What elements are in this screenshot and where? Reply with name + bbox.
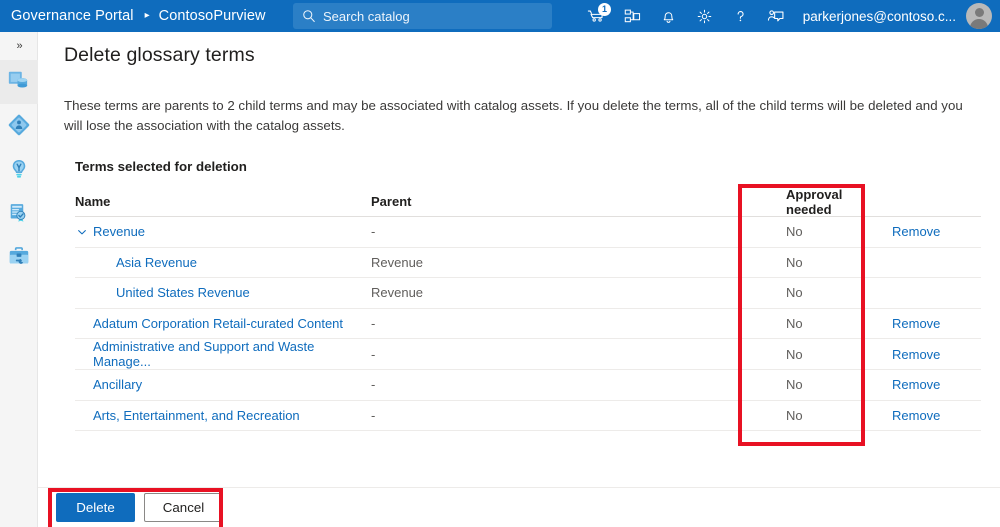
cell-name: Adatum Corporation Retail-curated Conten… <box>75 316 371 331</box>
column-header-name: Name <box>75 194 111 209</box>
remove-link[interactable]: Remove <box>892 347 940 362</box>
table-row: Arts, Entertainment, and Recreation - No Re… <box>75 401 981 432</box>
search-icon <box>302 9 316 23</box>
remove-link[interactable]: Remove <box>892 377 940 392</box>
cell-approval-needed: No <box>786 254 803 270</box>
cell-name: Asia Revenue <box>75 255 371 270</box>
remove-link[interactable]: Remove <box>892 316 940 331</box>
notification-bell-icon[interactable] <box>650 0 686 32</box>
footer-action-bar: Delete Cancel <box>38 488 1000 527</box>
cell-approval-needed: No <box>786 285 803 301</box>
cell-parent: - <box>371 316 376 332</box>
term-name-link[interactable]: Asia Revenue <box>116 255 197 270</box>
term-name-link[interactable]: United States Revenue <box>116 285 250 300</box>
remove-link[interactable]: Remove <box>892 224 940 239</box>
cell-action: Remove <box>875 224 981 239</box>
cell-parent: - <box>371 224 376 240</box>
cell-name: Arts, Entertainment, and Recreation <box>75 408 371 423</box>
sidebar-item-glossary[interactable] <box>0 148 38 192</box>
settings-gear-icon[interactable] <box>686 0 722 32</box>
avatar[interactable] <box>966 3 992 29</box>
cart-badge-count: 1 <box>598 3 611 16</box>
term-name-link[interactable]: Administrative and Support and Waste Man… <box>93 339 371 369</box>
breadcrumb-current[interactable]: ContosoPurview <box>159 8 266 24</box>
user-email: parkerjones@contoso.c... <box>802 8 956 24</box>
sidebar-item-management[interactable] <box>0 236 38 280</box>
table-body: Revenue - No Remove Asia Revenue Revenue No Uni… <box>75 217 981 432</box>
cell-approval-needed: No <box>786 316 803 332</box>
table-header-row: Name Parent Approval needed <box>75 187 981 217</box>
term-name-link[interactable]: Revenue <box>93 224 145 239</box>
data-estate-diamond-icon <box>7 113 31 140</box>
breadcrumb-separator-icon: ▸ <box>144 10 150 21</box>
cell-approval-needed: No <box>786 224 803 240</box>
sidebar-item-insights[interactable] <box>0 192 38 236</box>
term-name-link[interactable]: Arts, Entertainment, and Recreation <box>93 408 300 423</box>
page-title: Delete glossary terms <box>64 44 255 66</box>
page-description: These terms are parents to 2 child terms… <box>64 98 963 133</box>
header-icon-group: 1 <box>578 0 794 32</box>
section-label-terms-selected: Terms selected for deletion <box>75 159 247 174</box>
cell-name: United States Revenue <box>75 285 371 300</box>
term-name-link[interactable]: Adatum Corporation Retail-curated Conten… <box>93 316 343 331</box>
app-root: Governance Portal ▸ ContosoPurview Searc… <box>0 0 1000 527</box>
table-row: Adatum Corporation Retail-curated Conten… <box>75 309 981 340</box>
cell-parent: - <box>371 407 376 423</box>
help-question-icon[interactable] <box>722 0 758 32</box>
left-nav-sidebar: » <box>0 32 38 527</box>
cell-name: Administrative and Support and Waste Man… <box>75 339 371 369</box>
column-header-approval: Approval needed <box>786 186 843 217</box>
cell-action: Remove <box>875 316 981 331</box>
insights-certificate-icon <box>7 201 31 228</box>
table-row: Administrative and Support and Waste Man… <box>75 339 981 370</box>
cell-approval-needed: No <box>786 377 803 393</box>
user-account-area[interactable]: parkerjones@contoso.c... <box>803 0 1000 32</box>
table-row: Ancillary - No Remove <box>75 370 981 401</box>
cell-action: Remove <box>875 408 981 423</box>
glossary-lightbulb-icon <box>7 157 31 184</box>
cell-action: Remove <box>875 347 981 362</box>
main-content-panel: Delete glossary terms These terms are pa… <box>38 32 1000 527</box>
cell-name: Ancillary <box>75 377 371 392</box>
cell-parent: Revenue <box>371 254 424 270</box>
cell-approval-needed: No <box>786 407 803 423</box>
sidebar-item-data-estate[interactable] <box>0 104 38 148</box>
cell-action: Remove <box>875 377 981 392</box>
search-placeholder: Search catalog <box>323 8 410 24</box>
chevron-down-icon[interactable] <box>75 225 89 239</box>
cart-icon[interactable]: 1 <box>578 0 614 32</box>
sidebar-expand-icon[interactable]: » <box>0 32 38 60</box>
delete-button[interactable]: Delete <box>56 493 135 522</box>
cell-approval-needed: No <box>786 346 803 362</box>
management-toolbox-icon <box>7 245 31 272</box>
top-header-bar: Governance Portal ▸ ContosoPurview Searc… <box>0 0 1000 32</box>
avatar-body <box>970 19 988 29</box>
breadcrumb-root[interactable]: Governance Portal <box>11 8 134 24</box>
column-header-parent: Parent <box>371 194 412 209</box>
cancel-button[interactable]: Cancel <box>144 493 223 522</box>
terms-table: Name Parent Approval needed Revenue - No Re… <box>75 187 981 432</box>
table-row: United States Revenue Revenue No <box>75 278 981 309</box>
cell-name: Revenue <box>75 224 371 239</box>
cell-parent: - <box>371 377 376 393</box>
cell-parent: Revenue <box>371 285 424 301</box>
cell-parent: - <box>371 346 376 362</box>
term-name-link[interactable]: Ancillary <box>93 377 142 392</box>
table-row: Asia Revenue Revenue No <box>75 248 981 279</box>
feedback-icon[interactable] <box>758 0 794 32</box>
avatar-head <box>974 8 984 17</box>
table-row: Revenue - No Remove <box>75 217 981 248</box>
sidebar-item-data-map[interactable] <box>0 60 38 104</box>
remove-link[interactable]: Remove <box>892 408 940 423</box>
search-input[interactable]: Search catalog <box>293 3 552 29</box>
data-map-icon[interactable] <box>614 0 650 32</box>
breadcrumb: Governance Portal ▸ ContosoPurview <box>0 0 266 32</box>
data-map-icon <box>7 69 31 96</box>
